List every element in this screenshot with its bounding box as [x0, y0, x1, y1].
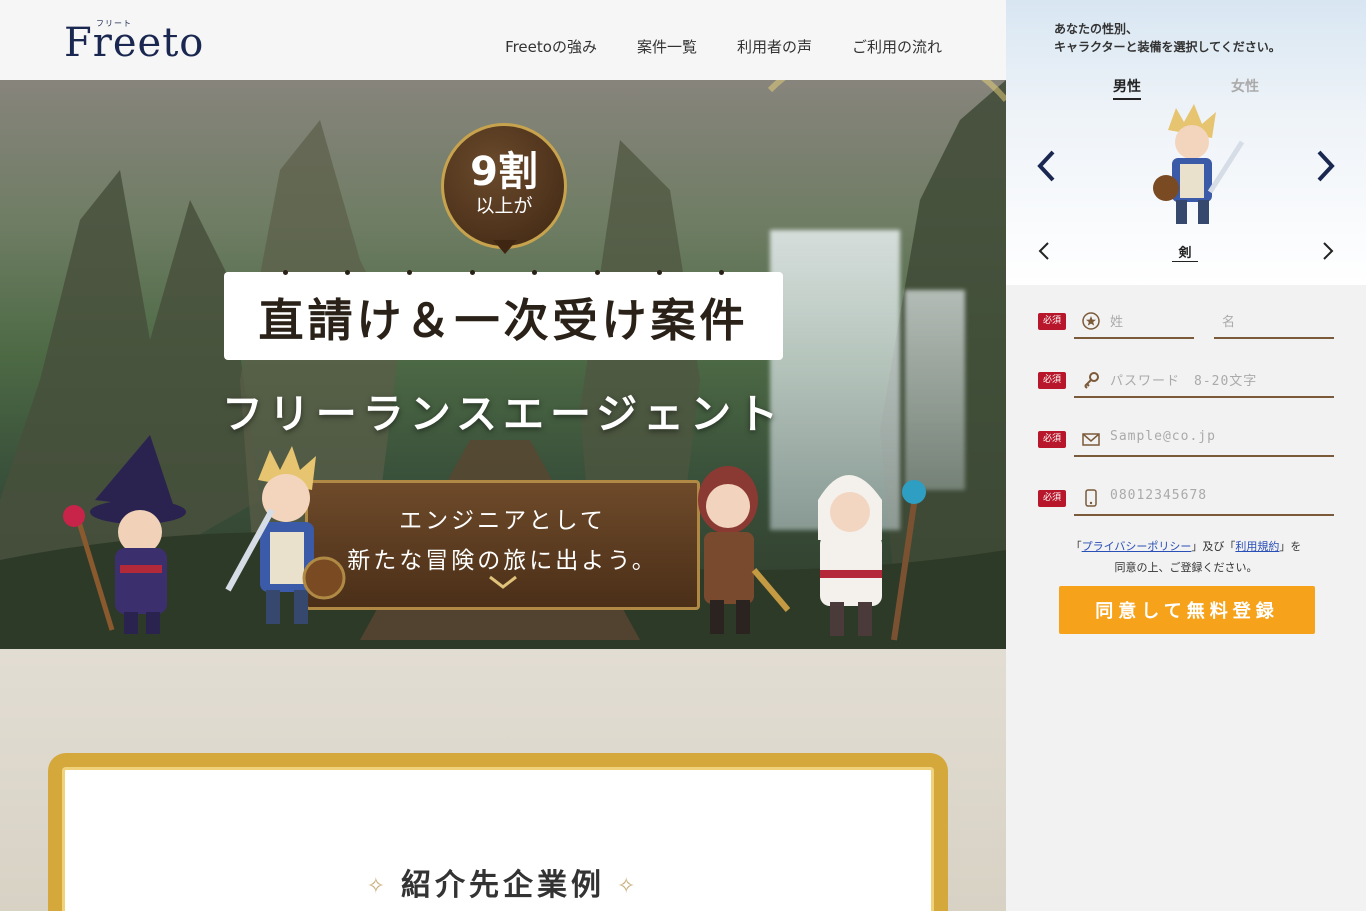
- last-name-field[interactable]: 姓: [1074, 304, 1194, 339]
- policy-line-2: 同意の上、ご登録ください。: [1114, 561, 1258, 574]
- email-field[interactable]: Sample@co.jp: [1074, 422, 1334, 457]
- instruction-line-2: キャラクターと装備を選択してください。: [1054, 40, 1281, 54]
- logo-wordmark: Freeto: [64, 20, 205, 66]
- knight-character-illustration: [225, 446, 346, 624]
- main-nav: Freetoの強み 案件一覧 利用者の声 ご利用の流れ: [505, 36, 942, 57]
- ninety-percent-badge: 9割 以上が: [441, 123, 567, 254]
- gender-tabs: 男性 女性: [1006, 76, 1366, 100]
- password-row: 必須 パスワード 8-20文字: [1038, 353, 1338, 399]
- last-name-placeholder: 姓: [1110, 315, 1125, 330]
- policy-line-1: 「プライバシーポリシー」及び「利用規約」を: [1070, 540, 1302, 553]
- first-name-placeholder: 名: [1222, 315, 1237, 330]
- star-icon: [1082, 312, 1100, 330]
- nav-projects[interactable]: 案件一覧: [637, 36, 697, 57]
- tab-male[interactable]: 男性: [1113, 76, 1141, 100]
- weapon-prev-arrow-icon[interactable]: [1038, 242, 1050, 260]
- required-badge: 必須: [1038, 490, 1066, 507]
- nav-flow[interactable]: ご利用の流れ: [852, 36, 942, 57]
- phone-row: 必須 08012345678: [1038, 471, 1338, 517]
- phone-icon: [1085, 489, 1097, 507]
- selected-character-illustration: [1153, 104, 1244, 224]
- registration-panel: あなたの性別、 キャラクターと装備を選択してください。 男性 女性 剣 必須 姓…: [1006, 0, 1366, 911]
- tab-female[interactable]: 女性: [1231, 76, 1259, 100]
- nav-testimonials[interactable]: 利用者の声: [737, 36, 812, 57]
- weapon-next-arrow-icon[interactable]: [1322, 242, 1334, 260]
- email-placeholder: Sample@co.jp: [1110, 429, 1216, 444]
- priest-character-illustration: [818, 475, 926, 641]
- badge-caption: 以上が: [475, 195, 533, 217]
- badge-percent: 9割: [470, 149, 538, 195]
- headline-box: 直請け＆一次受け案件: [224, 270, 783, 360]
- register-button[interactable]: 同意して無料登録: [1059, 586, 1315, 634]
- password-placeholder: パスワード 8-20文字: [1110, 374, 1258, 389]
- section-title-text: 紹介先企業例: [401, 868, 605, 903]
- instruction-line-1: あなたの性別、: [1054, 22, 1139, 36]
- privacy-policy-link[interactable]: プライバシーポリシー: [1082, 540, 1192, 553]
- phone-placeholder: 08012345678: [1110, 488, 1208, 503]
- ornament-right-icon: ✧: [617, 874, 640, 899]
- chevron-down-icon: [489, 575, 517, 589]
- required-badge: 必須: [1038, 431, 1066, 448]
- required-badge: 必須: [1038, 372, 1066, 389]
- required-badge: 必須: [1038, 313, 1066, 330]
- character-prev-arrow-icon[interactable]: [1036, 150, 1056, 182]
- character-next-arrow-icon[interactable]: [1316, 150, 1336, 182]
- ornament-left-icon: ✧: [366, 874, 389, 899]
- hero-banner: 9割 以上が 直請け＆一次受け案件 フリーランスエージェント エンジニアとして …: [0, 80, 1006, 649]
- weapon-value: 剣: [1172, 242, 1198, 262]
- section-heading: ✧ 紹介先企業例 ✧: [0, 860, 1006, 904]
- envelope-icon: [1082, 433, 1100, 446]
- freeto-logo[interactable]: フリート Freeto: [64, 14, 224, 66]
- email-row: 必須 Sample@co.jp: [1038, 412, 1338, 458]
- wizard-character-illustration: [63, 435, 186, 634]
- board-line-2: 新たな冒険の旅に出よう。: [347, 548, 658, 574]
- first-name-field[interactable]: 名: [1214, 304, 1334, 339]
- policy-notice: 「プライバシーポリシー」及び「利用規約」を 同意の上、ご登録ください。: [1006, 536, 1366, 578]
- character-selector: あなたの性別、 キャラクターと装備を選択してください。 男性 女性 剣: [1006, 0, 1366, 285]
- name-row: 必須 姓 名: [1038, 294, 1338, 340]
- site-header: フリート Freeto Freetoの強み 案件一覧 利用者の声 ご利用の流れ: [0, 0, 1006, 80]
- cta-signboard[interactable]: エンジニアとして 新たな冒険の旅に出よう。: [305, 480, 700, 610]
- board-line-1: エンジニアとして: [399, 508, 606, 534]
- headline: 直請け＆一次受け案件: [258, 293, 749, 347]
- gunner-character-illustration: [698, 466, 790, 634]
- selector-instruction: あなたの性別、 キャラクターと装備を選択してください。: [1054, 20, 1281, 56]
- terms-link[interactable]: 利用規約: [1235, 540, 1279, 553]
- nav-strengths[interactable]: Freetoの強み: [505, 36, 597, 57]
- emphasis-dots: [224, 270, 783, 280]
- phone-field[interactable]: 08012345678: [1074, 481, 1334, 516]
- key-icon: [1084, 372, 1099, 389]
- password-field[interactable]: パスワード 8-20文字: [1074, 363, 1334, 398]
